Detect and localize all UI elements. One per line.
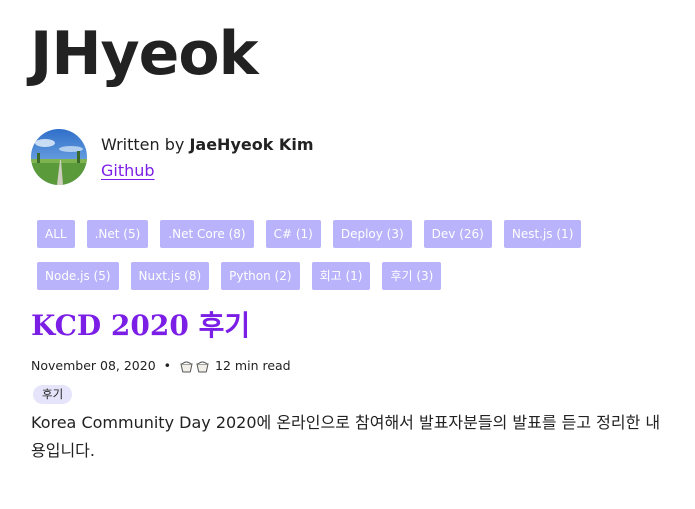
bio-text: Written by JaeHyeok Kim Github [101, 133, 313, 183]
tag-retrospective[interactable]: 회고 (1) [311, 262, 371, 290]
tag-dotnet[interactable]: .Net (5) [86, 220, 149, 248]
tag-nodejs[interactable]: Node.js (5) [37, 262, 119, 290]
coffee-cup-icon [196, 361, 209, 373]
coffee-cup-icon [180, 361, 193, 373]
coffee-cups [179, 359, 210, 373]
tag-nestjs[interactable]: Nest.js (1) [503, 220, 582, 248]
tag-review[interactable]: 후기 (3) [382, 262, 442, 290]
post-date: November 08, 2020 [31, 358, 156, 373]
github-link[interactable]: Github [101, 159, 155, 183]
tag-deploy[interactable]: Deploy (3) [332, 220, 412, 248]
tag-nuxtjs[interactable]: Nuxt.js (8) [130, 262, 210, 290]
tag-python[interactable]: Python (2) [221, 262, 300, 290]
bio: Written by JaeHyeok Kim Github [31, 129, 313, 185]
category-tags: ALL .Net (5) .Net Core (8) C# (1) Deploy… [37, 220, 657, 290]
post-title-link[interactable]: KCD 2020 후기 [31, 304, 250, 348]
meta-separator: • [163, 358, 172, 373]
post-description: Korea Community Day 2020에 온라인으로 참여해서 발표자… [31, 413, 661, 460]
author-name: JaeHyeok Kim [189, 135, 314, 154]
post-tag[interactable]: 후기 [33, 385, 73, 404]
site-title[interactable]: JHyeok [30, 14, 258, 94]
written-by-label: Written by [101, 135, 190, 154]
avatar [31, 129, 87, 185]
tag-dev[interactable]: Dev (26) [423, 220, 492, 248]
tag-dotnet-core[interactable]: .Net Core (8) [160, 220, 254, 248]
post-meta: November 08, 2020 • 12 min read [31, 357, 291, 375]
tag-csharp[interactable]: C# (1) [265, 220, 321, 248]
tag-all[interactable]: ALL [37, 220, 75, 248]
read-time: 12 min read [215, 358, 291, 373]
